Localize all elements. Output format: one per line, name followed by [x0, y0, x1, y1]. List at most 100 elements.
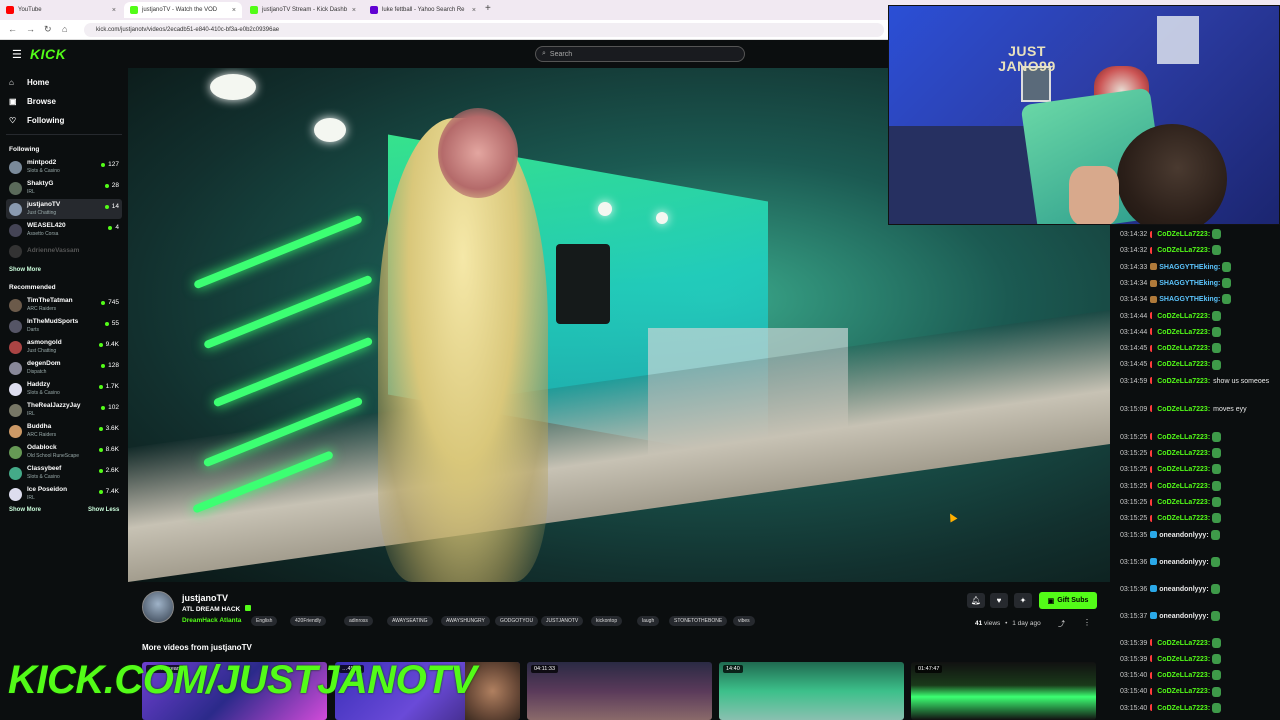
home-icon[interactable]: ⌂: [62, 24, 67, 34]
chat-username[interactable]: CoDZeLLa7223:: [1157, 361, 1210, 368]
nav-home[interactable]: ⌂ Home: [9, 78, 49, 87]
nav-browse[interactable]: ▣ Browse: [9, 97, 56, 106]
search-icon: ⌕: [542, 50, 546, 57]
channel-item[interactable]: Ice Poseidon IRL 7.4K: [6, 484, 122, 504]
tag-chip[interactable]: vibes: [733, 616, 755, 626]
heart-icon[interactable]: ♥: [990, 593, 1008, 608]
share-icon[interactable]: ⤴: [1058, 619, 1065, 629]
chat-username[interactable]: CoDZeLLa7223:: [1157, 329, 1210, 336]
chat-message: 03:15:36 oneandonlyyy:: [1120, 583, 1220, 595]
gift-subs-button[interactable]: ▣ Gift Subs: [1039, 592, 1097, 609]
more-options-icon[interactable]: ⋮: [1083, 618, 1091, 627]
chat-message: 03:15:40 CoDZeLLa7223:: [1120, 670, 1222, 681]
channel-item[interactable]: asmongold Just Chatting 9.4K: [6, 337, 122, 357]
new-tab-button[interactable]: +: [485, 3, 491, 14]
channel-name: mintpod2: [27, 159, 57, 166]
menu-icon[interactable]: ☰: [12, 48, 22, 61]
chat-username[interactable]: CoDZeLLa7223:: [1157, 656, 1210, 663]
url-field[interactable]: kick.com/justjanotv/videos/2ecadb51-e840…: [84, 23, 884, 37]
chat-username[interactable]: CoDZeLLa7223:: [1157, 231, 1210, 238]
chat-username[interactable]: CoDZeLLa7223:: [1157, 434, 1210, 441]
chat-emote-icon: [1222, 294, 1232, 305]
forward-icon[interactable]: →: [26, 24, 35, 34]
tag-chip[interactable]: English: [251, 616, 278, 626]
chat-username[interactable]: CoDZeLLa7223:: [1157, 483, 1210, 490]
close-icon[interactable]: ×: [232, 7, 236, 14]
chat-username[interactable]: CoDZeLLa7223:: [1157, 672, 1210, 679]
browser-tab[interactable]: luke fettball - Yahoo Search Re ×: [364, 2, 482, 18]
chat-username[interactable]: oneandonlyyy:: [1159, 559, 1208, 566]
green-light-bar: [193, 214, 363, 290]
show-more-link[interactable]: Show More: [9, 507, 41, 513]
video-thumbnail[interactable]: 01:47:47: [911, 662, 1096, 720]
nav-following[interactable]: ♡ Following: [9, 116, 64, 125]
channel-item-offline[interactable]: AdrienneVassam: [6, 241, 122, 261]
chat-username[interactable]: CoDZeLLa7223:: [1157, 688, 1210, 695]
tag-chip[interactable]: 420Friendly: [290, 616, 327, 626]
channel-item[interactable]: mintpod2 Slots & Casino 127: [6, 157, 122, 177]
channel-item[interactable]: ShaktyG IRL 28: [6, 178, 122, 198]
chat-username[interactable]: CoDZeLLa7223:: [1157, 515, 1210, 522]
chat-username[interactable]: CoDZeLLa7223:: [1157, 705, 1210, 712]
gift-label: Gift Subs: [1057, 597, 1089, 604]
tag-chip[interactable]: AWAYSHUNGRY: [441, 616, 490, 626]
chat-emote-icon: [1212, 670, 1222, 681]
chat-username[interactable]: CoDZeLLa7223:: [1157, 378, 1210, 385]
viewer-count: 14: [104, 203, 119, 210]
tag-chip[interactable]: kickontop: [591, 616, 623, 626]
chat-username[interactable]: oneandonlyyy:: [1159, 613, 1208, 620]
chat-username[interactable]: CoDZeLLa7223:: [1157, 450, 1210, 457]
show-less-link[interactable]: Show Less: [88, 507, 119, 513]
tag-chip[interactable]: GODGOTYOU: [495, 616, 539, 626]
chat-username[interactable]: CoDZeLLa7223:: [1157, 466, 1210, 473]
channel-item[interactable]: Classybeef Slots & Casino 2.6K: [6, 463, 122, 483]
category-link[interactable]: DreamHack Atlanta: [182, 617, 241, 624]
channel-item[interactable]: degenDom Dispatch 128: [6, 358, 122, 378]
channel-item[interactable]: TheRealJazzyJay IRL 102: [6, 400, 122, 420]
chat-username[interactable]: oneandonlyyy:: [1159, 586, 1208, 593]
close-icon[interactable]: ×: [112, 7, 116, 14]
chat-username[interactable]: SHAGGYTHEking:: [1159, 296, 1220, 303]
channel-name[interactable]: justjanoTV: [182, 593, 228, 603]
tag-chip[interactable]: AWAYSEATING: [387, 616, 433, 626]
bell-icon[interactable]: 🔔︎: [967, 593, 985, 608]
chat-username[interactable]: CoDZeLLa7223:: [1157, 345, 1210, 352]
channel-item[interactable]: Haddzy Slots & Casino 1.7K: [6, 379, 122, 399]
browser-tab[interactable]: justjanoTV Stream - Kick Dashb ×: [244, 2, 362, 18]
search-input[interactable]: ⌕ Search: [535, 46, 745, 62]
channel-item[interactable]: InTheMudSports Darts 55: [6, 316, 122, 336]
tag-chip[interactable]: STONETOTHEBONE: [669, 616, 728, 626]
back-icon[interactable]: ←: [8, 24, 17, 34]
chat-badge-icon: [1150, 531, 1158, 539]
channel-item[interactable]: TimTheTatman ARC Raiders 745: [6, 295, 122, 315]
chat-username[interactable]: CoDZeLLa7223:: [1157, 406, 1210, 413]
browser-tab[interactable]: YouTube ×: [0, 2, 122, 18]
chat-message: 03:14:32 CoDZeLLa7223:: [1120, 245, 1222, 256]
tag-chip[interactable]: adinross: [344, 616, 373, 626]
close-icon[interactable]: ×: [352, 7, 356, 14]
channel-item[interactable]: WEASEL420 Assetto Corsa 4: [6, 220, 122, 240]
chat-username[interactable]: SHAGGYTHEking:: [1159, 280, 1220, 287]
video-thumbnail[interactable]: 14:40: [719, 662, 904, 720]
star-icon[interactable]: ✦: [1014, 593, 1032, 608]
chat-username[interactable]: CoDZeLLa7223:: [1157, 247, 1210, 254]
chat-username[interactable]: CoDZeLLa7223:: [1157, 640, 1210, 647]
chat-username[interactable]: SHAGGYTHEking:: [1159, 264, 1220, 271]
tag-chip[interactable]: laugh: [637, 616, 660, 626]
chat-username[interactable]: CoDZeLLa7223:: [1157, 313, 1210, 320]
browser-tab-active[interactable]: justjanoTV - Watch the VOD ×: [124, 2, 242, 18]
avatar: [9, 383, 22, 396]
kick-logo[interactable]: KICK: [30, 46, 66, 62]
close-icon[interactable]: ×: [472, 7, 476, 14]
reload-icon[interactable]: ↻: [44, 24, 52, 35]
show-more-link[interactable]: Show More: [9, 267, 41, 273]
chat-username[interactable]: oneandonlyyy:: [1159, 532, 1208, 539]
chat-emote-icon: [1212, 310, 1222, 321]
tag-chip[interactable]: JUSTJANOTV: [541, 616, 584, 626]
channel-item[interactable]: Buddha ARC Raiders 3.6K: [6, 421, 122, 441]
channel-avatar[interactable]: [142, 591, 174, 623]
channel-item-selected[interactable]: justjanoTV Just Chatting 14: [6, 199, 122, 219]
video-thumbnail[interactable]: 04:11:33: [527, 662, 712, 720]
channel-item[interactable]: Odablock Old School RuneScape 8.6K: [6, 442, 122, 462]
chat-username[interactable]: CoDZeLLa7223:: [1157, 499, 1210, 506]
